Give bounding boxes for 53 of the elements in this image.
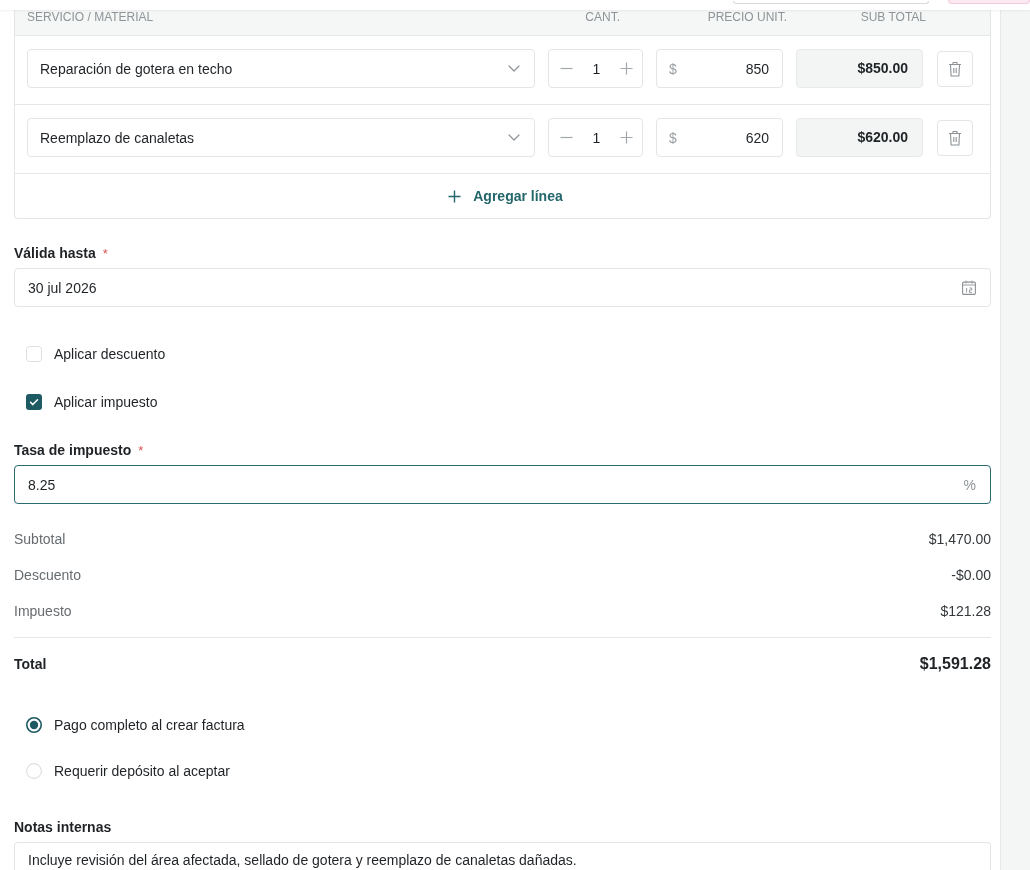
checkbox-label: Aplicar impuesto — [54, 394, 158, 410]
quantity-value: 1 — [592, 129, 601, 146]
tax-rate-field[interactable]: 8.25 % — [14, 465, 991, 504]
plus-icon — [620, 62, 633, 75]
summary-label: Impuesto — [14, 603, 72, 619]
required-mark: * — [102, 245, 108, 261]
notes-textarea[interactable]: Incluye revisión del área afectada, sellado de gotera y reemplazo de canaletas dañadas. — [14, 842, 991, 870]
radio-label: Requerir depósito al aceptar — [54, 763, 230, 779]
date-field[interactable]: 30 jul 2026 — [14, 268, 991, 307]
field-label: Notas internas — [14, 819, 112, 835]
column-header: SERVICIO / MATERIAL — [27, 10, 154, 24]
plus-icon — [620, 131, 633, 144]
plus-icon — [448, 189, 462, 203]
subtotal-field: $850.00 — [796, 49, 923, 88]
checkbox-label: Aplicar descuento — [54, 346, 166, 362]
radio-button[interactable] — [26, 717, 42, 733]
subtotal-field: $620.00 — [796, 118, 923, 157]
quantity-stepper[interactable]: 1 — [548, 49, 643, 88]
add-line-button[interactable]: Agregar línea — [448, 188, 563, 204]
currency-symbol: $ — [669, 60, 677, 77]
price-input[interactable]: $ 850 — [656, 49, 783, 88]
total-label: Total — [14, 656, 47, 672]
checkbox[interactable] — [26, 394, 42, 410]
scrollbar-track[interactable] — [1000, 10, 1030, 870]
radio-label: Pago completo al crear factura — [54, 717, 245, 733]
chevron-down-icon — [508, 65, 520, 72]
field-label: Válida hasta — [14, 245, 96, 261]
delete-button[interactable] — [937, 119, 973, 156]
service-select[interactable]: Reparación de gotera en techo — [27, 49, 535, 88]
chevron-down-icon — [508, 134, 520, 141]
delete-button[interactable] — [937, 50, 973, 87]
summary-value: $1,470.00 — [928, 531, 991, 547]
quantity-stepper[interactable]: 1 — [548, 118, 643, 157]
trash-icon — [948, 129, 962, 146]
input-field[interactable] — [733, 1, 929, 4]
percent-suffix: % — [963, 476, 976, 493]
quantity-value: 1 — [592, 60, 601, 77]
trash-icon — [948, 60, 962, 77]
summary-label: Descuento — [14, 567, 81, 583]
summary-label: Subtotal — [14, 531, 66, 547]
total-value: $1,591.28 — [919, 655, 991, 673]
currency-symbol: $ — [669, 129, 677, 146]
field-label: Tasa de impuesto — [14, 442, 132, 458]
required-mark: * — [138, 442, 144, 458]
column-header: PRECIO UNIT. — [707, 10, 787, 24]
summary-value: -$0.00 — [951, 567, 991, 583]
service-select[interactable]: Reemplazo de canaletas — [27, 118, 535, 157]
calendar-icon — [962, 280, 976, 295]
checkbox[interactable] — [26, 346, 42, 362]
summary-value: $121.28 — [940, 603, 991, 619]
column-header: CANT. — [585, 10, 620, 24]
price-input[interactable]: $ 620 — [656, 118, 783, 157]
column-header: SUB TOTAL — [860, 10, 926, 24]
